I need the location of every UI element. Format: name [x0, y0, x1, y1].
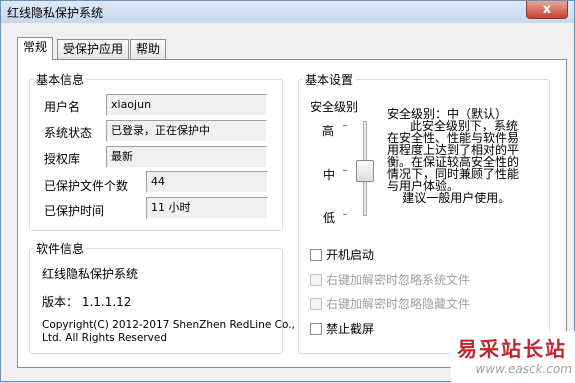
tab-panel-general: 基本信息 用户名 xiaojun 系统状态 已登录，正在保护中 授权库 最新 已… — [17, 59, 567, 368]
checkbox-box[interactable] — [310, 322, 322, 335]
tab-general[interactable]: 常规 — [17, 37, 54, 60]
protected-time-field: 11 小时 — [146, 197, 268, 219]
auth-label: 授权库 — [44, 152, 81, 166]
slider-tick-low — [343, 214, 347, 215]
checkbox-box — [310, 297, 322, 310]
slider-label-low: 低 — [323, 211, 336, 225]
disable-screenshot-checkbox[interactable]: 禁止截屏 — [310, 320, 374, 337]
slider-label-mid: 中 — [323, 168, 336, 182]
window-title: 红线隐私保护系统 — [7, 6, 104, 20]
description-line: 建议一般用户使用。 — [387, 191, 511, 205]
auth-field: 最新 — [106, 146, 267, 168]
close-button[interactable]: x — [526, 1, 568, 19]
slider-tick-high — [343, 125, 347, 126]
slider-thumb[interactable] — [356, 160, 374, 182]
watermark-text: 易采站长站 — [457, 337, 567, 361]
software-info-title: 软件信息 — [34, 240, 87, 257]
username-field: xiaojun — [106, 94, 267, 116]
startup-checkbox[interactable]: 开机启动 — [310, 246, 374, 263]
site-watermark: 易采站长站 www.easck.com — [451, 331, 575, 383]
security-level-label: 安全级别 — [310, 100, 359, 114]
protected-files-field: 44 — [146, 171, 268, 193]
checkbox-label: 禁止截屏 — [326, 322, 375, 336]
ignore-system-files-checkbox: 右键加解密时忽略系统文件 — [310, 271, 470, 288]
basic-settings-title: 基本设置 — [303, 71, 356, 88]
copyright-line-2: Ltd. All Rights Reserved — [42, 332, 167, 344]
app-window: 红线隐私保护系统 x 常规 受保护应用 帮助 基本信息 用户名 xiaojun … — [0, 0, 575, 383]
slider-label-high: 高 — [322, 124, 335, 138]
checkbox-box — [310, 273, 322, 286]
checkbox-label: 开机启动 — [326, 248, 375, 262]
tab-protected-apps[interactable]: 受保护应用 — [57, 39, 130, 59]
protected-time-label: 已保护时间 — [44, 204, 105, 218]
protected-files-label: 已保护文件个数 — [44, 179, 129, 193]
software-version: 版本： 1.1.1.12 — [42, 295, 132, 309]
copyright-line-1: Copyright(C) 2012-2017 ShenZhen RedLine … — [42, 319, 295, 331]
tab-help[interactable]: 帮助 — [130, 39, 167, 59]
watermark-url: www.easck.com — [475, 362, 572, 376]
ignore-hidden-files-checkbox: 右键加解密时忽略隐藏文件 — [310, 295, 470, 312]
security-level-description: 安全级别：中（默认） 此安全级别下，系统 在安全性、性能与软件易 用程度上达到了… — [387, 108, 529, 204]
status-label: 系统状态 — [44, 126, 93, 140]
checkbox-box[interactable] — [310, 248, 322, 261]
status-field: 已登录，正在保护中 — [106, 120, 267, 142]
slider-tick-mid — [343, 170, 347, 171]
software-name: 红线隐私保护系统 — [42, 267, 139, 281]
checkbox-label: 右键加解密时忽略系统文件 — [326, 273, 471, 287]
title-bar: 红线隐私保护系统 x — [1, 1, 574, 23]
checkbox-label: 右键加解密时忽略隐藏文件 — [326, 297, 471, 311]
basic-info-title: 基本信息 — [34, 71, 87, 88]
username-label: 用户名 — [44, 100, 81, 114]
